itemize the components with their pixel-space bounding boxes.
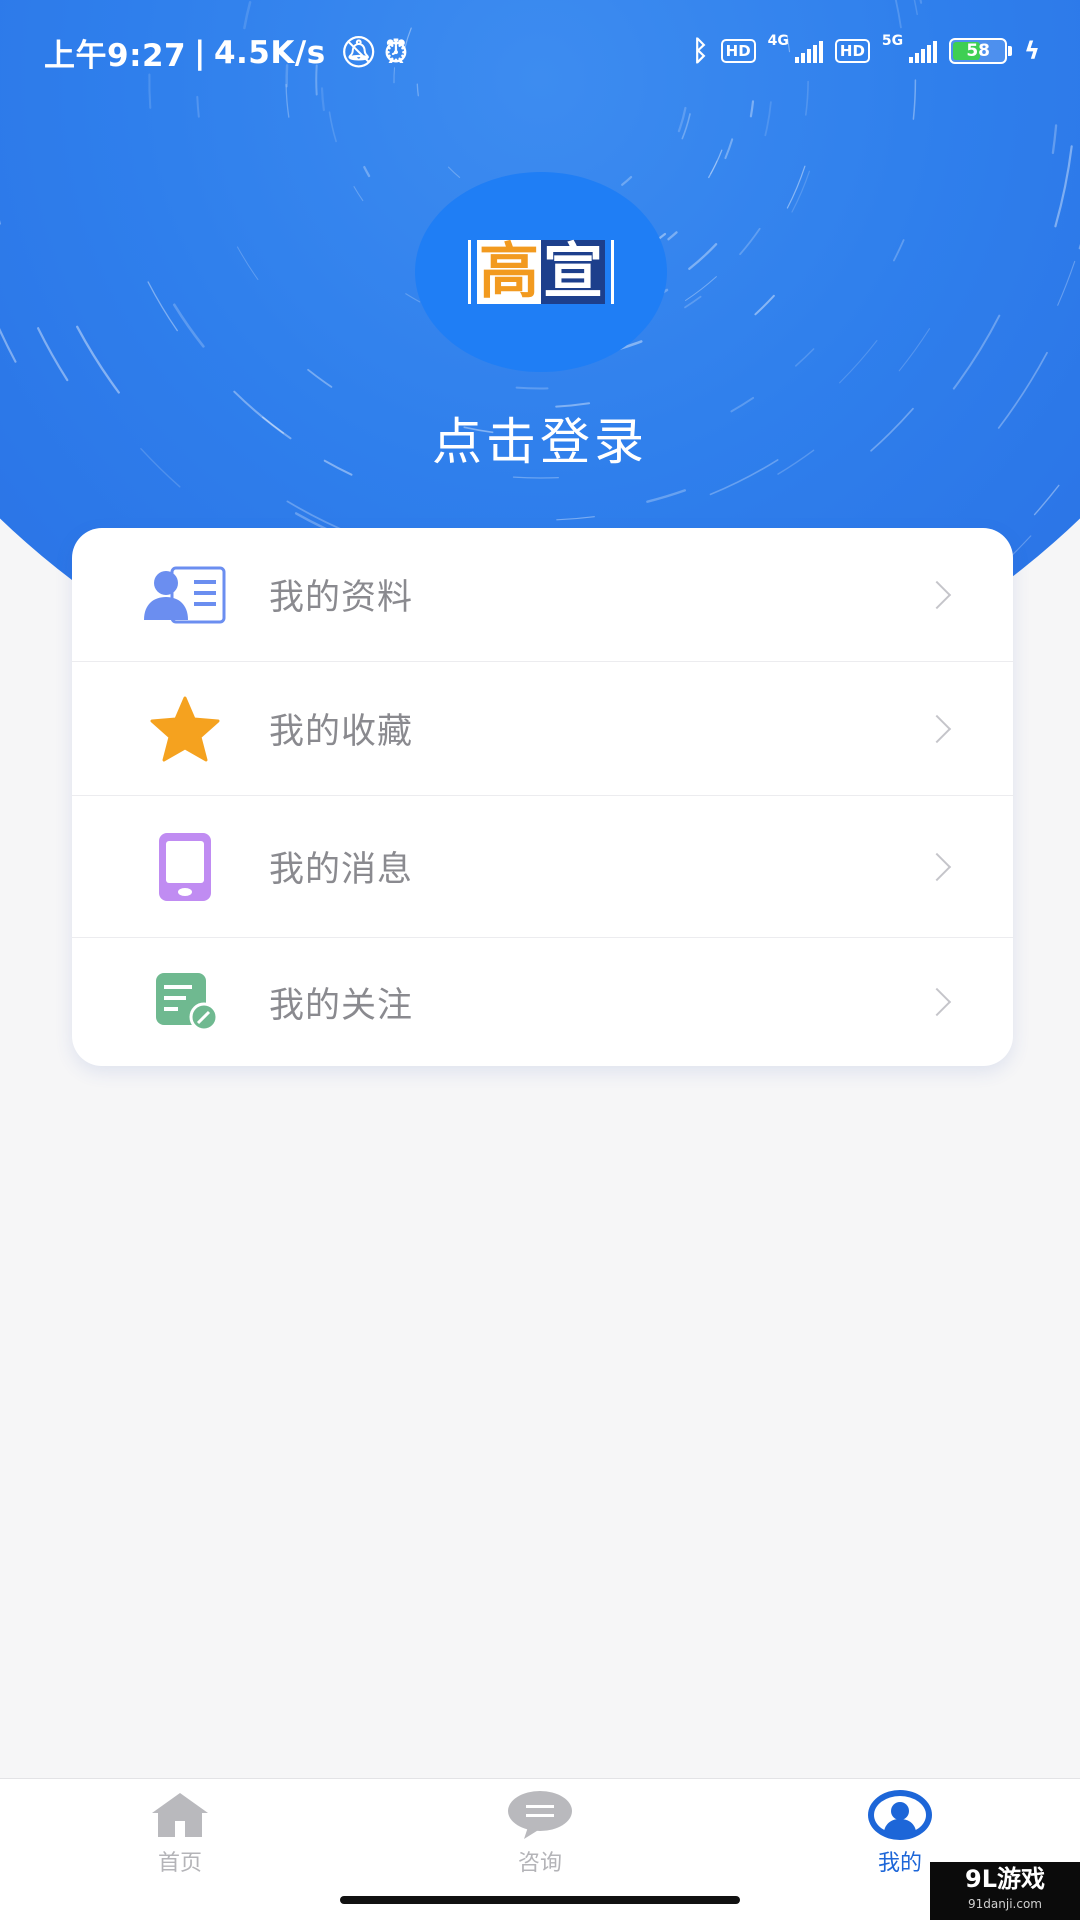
app-logo[interactable]: 高 宣	[415, 172, 667, 372]
menu-card: 我的资料 我的收藏 我的消息 我的关注	[72, 528, 1013, 1066]
profile-screen: 上午9:27 | 4.5K/s 🔕︎ ⏰︎ ᛒ HD 4G HD 5G 58 ϟ…	[0, 0, 1080, 1920]
menu-item-label: 我的资料	[269, 578, 414, 618]
status-bar: 上午9:27 | 4.5K/s 🔕︎ ⏰︎ ᛒ HD 4G HD 5G 58 ϟ	[0, 0, 1080, 104]
net-speed: 4.5K/s	[213, 34, 326, 71]
tab-label: 咨询	[517, 1851, 562, 1876]
menu-item-favorites[interactable]: 我的收藏	[72, 662, 1013, 796]
status-right: ᛒ HD 4G HD 5G 58 ϟ	[691, 32, 1040, 68]
star-icon	[142, 694, 228, 764]
profile-card-icon	[142, 560, 228, 630]
user-icon	[800, 1789, 1000, 1841]
charging-icon: ϟ	[1024, 36, 1040, 65]
hd-badge: HD	[720, 38, 756, 63]
menu-item-following[interactable]: 我的关注	[72, 938, 1013, 1066]
watermark: 9L游戏 91danji.com	[930, 1862, 1080, 1920]
menu-item-label: 我的消息	[269, 850, 414, 890]
tab-consult[interactable]: 咨询	[440, 1789, 640, 1877]
clock: 上午9:27	[44, 38, 187, 74]
watermark-sub: 91danji.com	[968, 1897, 1042, 1911]
login-button[interactable]: 点击登录	[0, 402, 1080, 474]
chat-icon	[440, 1789, 640, 1841]
alarm-icon: ⏰︎	[384, 35, 409, 70]
status-left: 上午9:27 | 4.5K/s 🔕︎ ⏰︎	[44, 30, 408, 75]
watermark-main: 9L游戏	[965, 1865, 1045, 1893]
menu-item-label: 我的关注	[269, 985, 414, 1026]
menu-item-profile[interactable]: 我的资料	[72, 528, 1013, 662]
separator: |	[194, 34, 206, 71]
phone-icon	[142, 832, 228, 902]
battery-level: 58	[966, 40, 990, 61]
logo-char-2: 宣	[541, 237, 605, 307]
bluetooth-icon: ᛒ	[691, 34, 709, 67]
tab-label: 首页	[157, 1851, 202, 1876]
signal-bars-icon-2	[909, 39, 938, 63]
chevron-right-icon	[922, 987, 952, 1017]
menu-item-label: 我的收藏	[269, 712, 414, 752]
home-indicator[interactable]	[340, 1896, 740, 1904]
chevron-right-icon	[922, 580, 952, 609]
menu-item-messages[interactable]: 我的消息	[72, 796, 1013, 938]
home-icon	[80, 1789, 280, 1841]
note-edit-icon	[142, 967, 228, 1037]
network-type-2: 5G	[881, 32, 904, 49]
network-type-1: 4G	[767, 32, 789, 49]
mute-bell-icon: 🔕︎	[339, 35, 379, 70]
logo-char-1: 高	[477, 237, 541, 307]
chevron-right-icon	[922, 852, 952, 881]
signal-bars-icon	[794, 39, 823, 63]
battery-icon: 58	[949, 37, 1013, 64]
chevron-right-icon	[922, 714, 952, 743]
hd-badge-2: HD	[834, 38, 870, 63]
tab-home[interactable]: 首页	[80, 1789, 280, 1877]
